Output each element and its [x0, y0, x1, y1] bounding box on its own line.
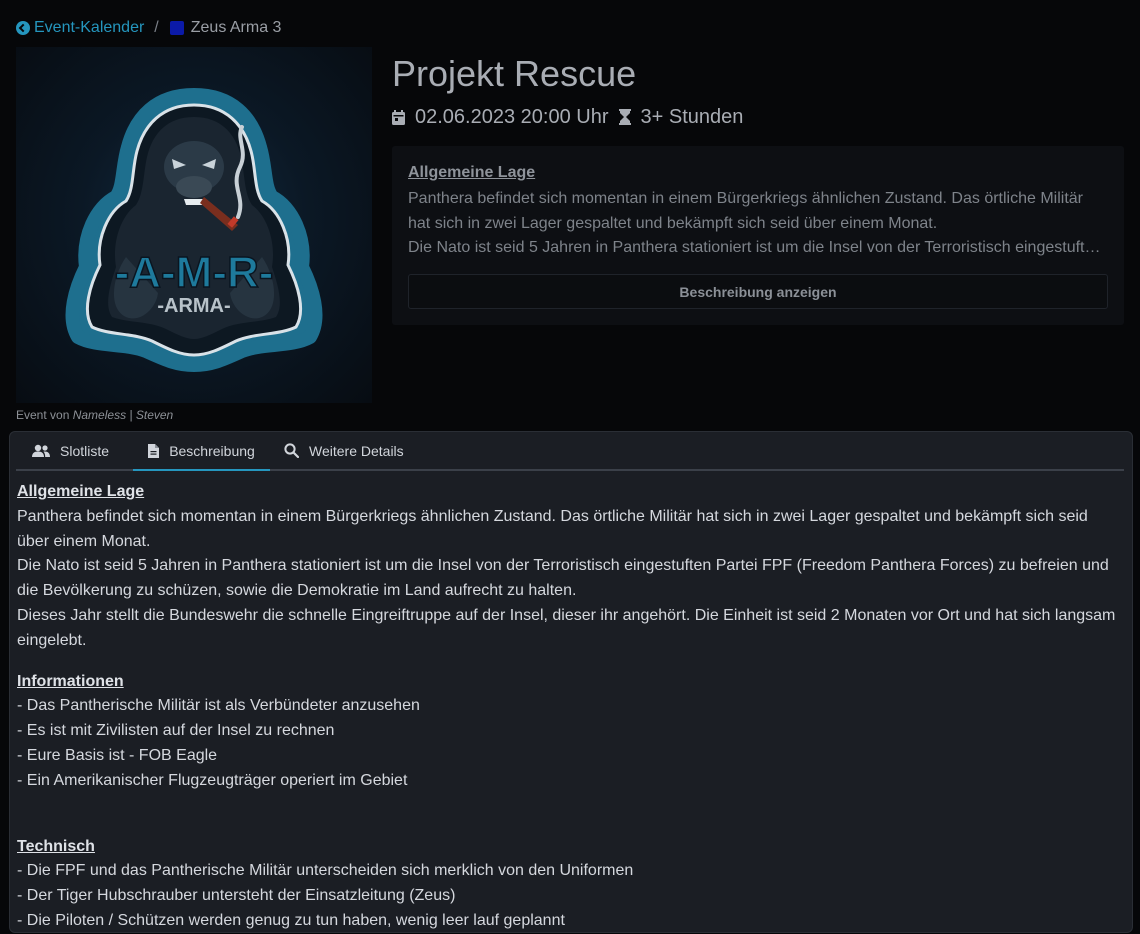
logo-text-main: -A-M-R-	[115, 248, 274, 297]
tab-label: Slotliste	[60, 442, 110, 459]
game-label: Zeus Arma 3	[190, 19, 282, 36]
tech-item: - Die FPF und das Pantherische Militär u…	[17, 862, 634, 880]
users-icon	[32, 444, 50, 457]
info-item: - Ein Amerikanischer Flugzeugträger oper…	[17, 771, 408, 789]
show-description-button[interactable]: Beschreibung anzeigen	[408, 274, 1108, 309]
tab-weitere-details[interactable]: Weitere Details	[284, 432, 404, 469]
caption-prefix: Event von	[16, 408, 70, 422]
section-heading-lage: Allgemeine Lage	[17, 483, 145, 500]
preview-line-1: Panthera befindet sich momentan in einem…	[408, 190, 1084, 207]
event-logo: -A-M-R- -ARMA-	[16, 47, 372, 403]
tech-item: - Der Tiger Hubschrauber untersteht der …	[17, 887, 456, 905]
event-detail-panel: Slotliste Beschreibung Weitere Details A…	[9, 431, 1133, 933]
preview-line-2: hat sich in zwei Lager gespaltet und bek…	[408, 214, 938, 232]
hourglass-icon	[618, 109, 631, 125]
preview-line-3: Die Nato ist seid 5 Jahren in Panthera s…	[408, 239, 1108, 256]
tech-item: - Die Piloten / Schützen werden genug zu…	[17, 911, 565, 929]
chevron-left-circle-icon	[16, 21, 30, 35]
event-author-caption: Event von Nameless | Steven	[16, 408, 173, 422]
info-item: - Das Pantherische Militär ist als Verbü…	[17, 697, 420, 715]
breadcrumb-game: Zeus Arma 3	[169, 19, 282, 37]
tab-label: Weitere Details	[309, 442, 404, 459]
event-title: Projekt Rescue	[392, 53, 637, 94]
info-item: - Es ist mit Zivilisten auf der Insel zu…	[17, 722, 335, 740]
tab-bar: Slotliste Beschreibung Weitere Details	[16, 432, 1124, 471]
description-content: Allgemeine Lage Panthera befindet sich m…	[17, 480, 1117, 934]
lage-paragraph-3: Dieses Jahr stellt die Bundeswehr die sc…	[17, 606, 1116, 649]
breadcrumb: Event-Kalender / Zeus Arma 3	[16, 18, 281, 38]
tab-slotliste[interactable]: Slotliste	[32, 432, 109, 469]
preview-heading: Allgemeine Lage	[408, 164, 536, 181]
info-item: - Eure Basis ist - FOB Eagle	[17, 746, 218, 764]
event-duration: 3+ Stunden	[640, 105, 744, 128]
document-icon	[148, 443, 160, 458]
lage-paragraph-1: Panthera befindet sich momentan in einem…	[17, 507, 1088, 550]
caption-author: Nameless | Steven	[72, 408, 174, 422]
logo-text-sub: -ARMA-	[157, 295, 230, 317]
preview-text: Panthera befindet sich momentan in einem…	[408, 187, 1108, 261]
section-heading-informationen: Informationen	[17, 672, 124, 690]
back-link-label: Event-Kalender	[34, 19, 145, 36]
game-color-swatch	[169, 21, 184, 35]
breadcrumb-separator: /	[154, 19, 159, 36]
section-heading-technisch: Technisch	[17, 837, 95, 855]
event-datetime: 02.06.2023 20:00 Uhr	[415, 105, 609, 128]
search-icon	[284, 443, 299, 458]
event-meta: 02.06.2023 20:00 Uhr 3+ Stunden	[392, 105, 743, 129]
tab-beschreibung[interactable]: Beschreibung	[133, 432, 270, 471]
gorilla-logo-icon: -A-M-R- -ARMA-	[65, 88, 323, 372]
tab-label: Beschreibung	[169, 442, 255, 459]
back-to-calendar-link[interactable]: Event-Kalender	[16, 19, 144, 37]
description-preview-card: Allgemeine Lage Panthera befindet sich m…	[392, 146, 1124, 325]
calendar-icon	[392, 109, 405, 125]
lage-paragraph-2: Die Nato ist seid 5 Jahren in Panthera s…	[17, 557, 1109, 600]
